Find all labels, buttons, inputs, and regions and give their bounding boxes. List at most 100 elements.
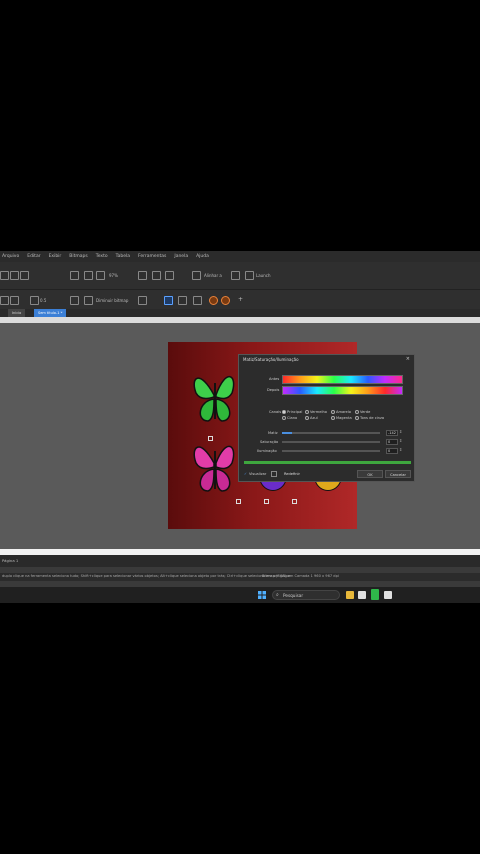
new-doc-icon[interactable] (0, 271, 9, 280)
hue-label: Matiz (268, 431, 278, 435)
menu-bar: Arquivo Editar Exibir Bitmaps Texto Tabela Fer… (0, 251, 480, 262)
color-icon[interactable] (209, 296, 218, 305)
active-app-icon[interactable] (371, 589, 379, 600)
full-screen-icon[interactable] (138, 271, 147, 280)
rotate-icon[interactable] (30, 296, 39, 305)
import-icon[interactable] (70, 271, 79, 280)
wireframe-dropdown[interactable]: Diminuir bitmap (96, 298, 128, 303)
status-hint: duplo clique na ferramenta seleciona tud… (2, 574, 291, 578)
grid-icon[interactable] (165, 271, 174, 280)
channel-radio-magenta[interactable] (331, 416, 335, 420)
channels-label: Canais (269, 410, 282, 414)
add-icon[interactable]: + (238, 296, 243, 303)
launch-icon[interactable] (245, 271, 254, 280)
hue-slider-fill (282, 432, 292, 434)
menu-item[interactable]: Arquivo (2, 254, 19, 259)
selection-handle[interactable] (292, 499, 297, 504)
channel-radio-vermelho[interactable] (305, 410, 309, 414)
copy-icon[interactable] (10, 271, 19, 280)
saturation-label: Saturação (260, 440, 279, 444)
crop-icon[interactable] (164, 296, 173, 305)
menu-item[interactable]: Ajuda (196, 254, 209, 259)
hue-slider[interactable] (282, 432, 380, 434)
app-icon-2[interactable] (384, 591, 392, 599)
ok-button[interactable]: OK (357, 470, 383, 478)
channel-label: Amarelo (336, 410, 351, 414)
tab-home[interactable]: Inicio (8, 309, 26, 317)
mirror-icon[interactable] (70, 296, 79, 305)
edit-bitmap-icon[interactable] (138, 296, 147, 305)
paste-icon[interactable] (20, 271, 29, 280)
channel-label: Tons de cinza (360, 416, 385, 420)
yellow-butterfly-image (314, 480, 342, 491)
effects-icon[interactable] (221, 296, 230, 305)
menu-item[interactable]: Bitmaps (69, 254, 87, 259)
menu-item[interactable]: Tabela (116, 254, 130, 259)
channel-radio-ciano[interactable] (282, 416, 286, 420)
purple-butterfly-image (259, 480, 287, 491)
hue-value-field[interactable]: -142 (386, 430, 398, 436)
rulers-icon[interactable] (152, 271, 161, 280)
saturation-slider[interactable] (282, 441, 380, 443)
before-spectrum (282, 375, 403, 384)
channel-radio-azul[interactable] (305, 416, 309, 420)
publish-icon[interactable] (96, 271, 105, 280)
channel-label: Verde (360, 410, 371, 414)
status-bar: duplo clique na ferramenta seleciona tud… (0, 573, 480, 581)
preview-checkbox-label[interactable]: Visualizar (249, 472, 266, 476)
document-tabs: Inicio Sem titulo-1 * (0, 309, 480, 317)
lightness-spinner-icon[interactable]: ⇕ (399, 447, 402, 452)
after-label: Depois (267, 388, 280, 392)
resample-icon[interactable] (84, 296, 93, 305)
menu-item[interactable]: Janela (174, 254, 188, 259)
menu-item[interactable]: Texto (96, 254, 108, 259)
windows-start-icon[interactable] (258, 591, 266, 599)
lightness-value-field[interactable]: 0 (386, 448, 398, 454)
reset-button[interactable]: Redefinir (281, 470, 303, 478)
saturation-value-field[interactable]: 0 (386, 439, 398, 445)
hue-saturation-dialog: Matiz/Saturação/Iluminação × Antes Depoi… (238, 354, 415, 482)
close-icon[interactable]: × (406, 356, 410, 362)
selection-handle[interactable] (264, 499, 269, 504)
lock-icon[interactable] (271, 471, 277, 477)
magenta-butterfly-image (193, 445, 235, 492)
selection-handle[interactable] (236, 499, 241, 504)
launch-dropdown[interactable]: Launch (256, 273, 270, 278)
channel-label: Principal (287, 410, 303, 414)
selection-handle[interactable] (208, 436, 213, 441)
lightness-label: Iluminação (257, 449, 277, 453)
zoom-level[interactable]: 97% (109, 273, 118, 278)
tab-document[interactable]: Sem titulo-1 * (34, 309, 67, 317)
gear-icon[interactable] (231, 271, 240, 280)
menu-item[interactable]: Editar (27, 254, 40, 259)
export-icon[interactable] (84, 271, 93, 280)
snap-dropdown[interactable]: Alinhar a (204, 273, 222, 278)
trace-icon[interactable] (178, 296, 187, 305)
channel-radio-amarelo[interactable] (331, 410, 335, 414)
app-icon[interactable] (358, 591, 366, 599)
green-butterfly-image (193, 376, 235, 422)
preview-progress-bar (244, 461, 411, 464)
channel-label: Vermelho (310, 410, 327, 414)
taskbar-search-input[interactable]: ⌕ Pesquisar (272, 590, 340, 600)
rotation-field[interactable]: 0.5 (40, 298, 46, 303)
menu-item[interactable]: Ferramentas (138, 254, 166, 259)
lightness-slider[interactable] (282, 450, 380, 452)
page-tab[interactable]: Página 1 (2, 558, 18, 563)
checkmark-icon[interactable]: ✓ (244, 472, 247, 476)
channel-label: Magenta (336, 416, 352, 420)
channel-radio-principal[interactable] (282, 410, 286, 414)
hue-spinner-icon[interactable]: ⇕ (399, 429, 402, 434)
position-icon[interactable] (0, 296, 9, 305)
cancel-button[interactable]: Cancelar (385, 470, 411, 478)
dialog-title: Matiz/Saturação/Iluminação (243, 357, 299, 362)
mask-icon[interactable] (193, 296, 202, 305)
menu-item[interactable]: Exibir (49, 254, 62, 259)
saturation-spinner-icon[interactable]: ⇕ (399, 438, 402, 443)
channel-radio-tons-cinza[interactable] (355, 416, 359, 420)
snap-icon[interactable] (192, 271, 201, 280)
channel-radio-verde[interactable] (355, 410, 359, 414)
file-explorer-icon[interactable] (346, 591, 354, 599)
size-icon[interactable] (10, 296, 19, 305)
channel-label: Azul (310, 416, 318, 420)
